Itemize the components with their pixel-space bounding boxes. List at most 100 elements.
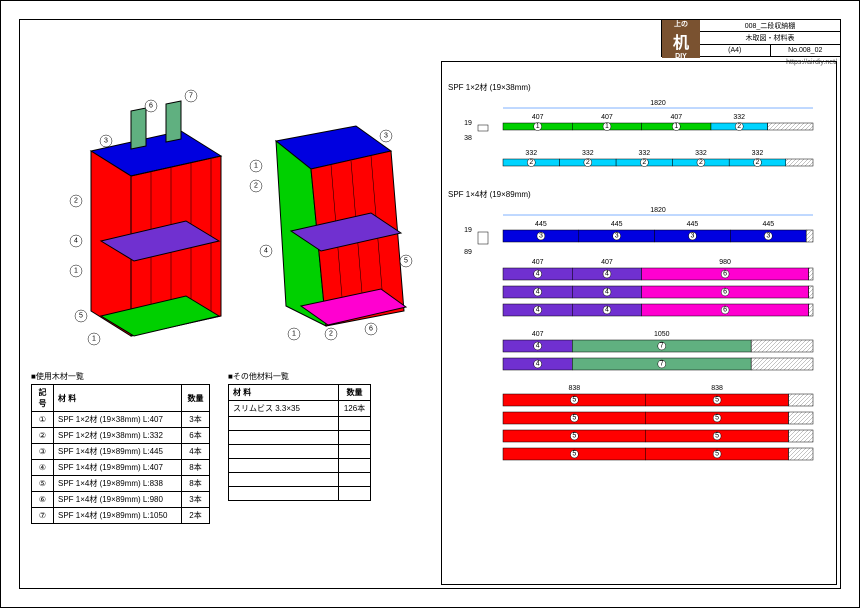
svg-text:332: 332 (639, 150, 651, 157)
svg-text:6: 6 (723, 307, 727, 314)
table-row: ⑥SPF 1×4材 (19×89mm) L:9803本 (32, 492, 210, 508)
code-cell: ⑥ (32, 492, 54, 508)
material-tables: ■使用木材一覧 記号 材 料 数量 ①SPF 1×2材 (19×38mm) L:… (31, 371, 371, 524)
material-cell (229, 473, 339, 487)
logo-top: 上の (674, 19, 688, 29)
svg-text:332: 332 (582, 150, 594, 157)
svg-text:6: 6 (149, 103, 153, 110)
svg-text:332: 332 (525, 150, 537, 157)
other-th-qty: 数量 (339, 385, 371, 401)
table-row: ④SPF 1×4材 (19×89mm) L:4078本 (32, 460, 210, 476)
svg-text:4: 4 (605, 289, 609, 296)
svg-text:407: 407 (601, 259, 613, 266)
other-table-wrap: ■その他材料一覧 材 料 数量 スリムビス 3.3×35126本 (228, 371, 371, 524)
table-row (229, 487, 371, 501)
qty-cell: 126本 (339, 401, 371, 417)
table-row: スリムビス 3.3×35126本 (229, 401, 371, 417)
svg-text:5: 5 (715, 451, 719, 458)
drawing-number: No.008_02 (771, 45, 841, 56)
svg-text:2: 2 (529, 159, 533, 166)
svg-text:4: 4 (536, 343, 540, 350)
svg-text:445: 445 (762, 221, 774, 228)
code-cell: ④ (32, 460, 54, 476)
svg-text:4: 4 (605, 307, 609, 314)
svg-text:407: 407 (532, 114, 544, 121)
table-row: ①SPF 1×2材 (19×38mm) L:4073本 (32, 412, 210, 428)
cut-svg-1x4: 19 8918203445344534453445440744076980446… (448, 202, 828, 582)
other-table-title: ■その他材料一覧 (228, 371, 371, 382)
svg-text:89: 89 (464, 249, 472, 256)
material-cell (229, 417, 339, 431)
svg-text:6: 6 (369, 326, 373, 333)
qty-cell: 6本 (182, 428, 210, 444)
qty-cell: 2本 (182, 508, 210, 524)
svg-text:6: 6 (723, 271, 727, 278)
svg-text:3: 3 (104, 138, 108, 145)
material-cell: SPF 1×2材 (19×38mm) L:332 (54, 428, 182, 444)
svg-text:838: 838 (569, 385, 581, 392)
table-row (229, 431, 371, 445)
other-table: 材 料 数量 スリムビス 3.3×35126本 (228, 384, 371, 501)
svg-text:3: 3 (384, 133, 388, 140)
qty-cell (339, 487, 371, 501)
svg-text:445: 445 (687, 221, 699, 228)
svg-text:332: 332 (695, 150, 707, 157)
svg-text:5: 5 (572, 433, 576, 440)
wood-th-qty: 数量 (182, 385, 210, 412)
wood-table-wrap: ■使用木材一覧 記号 材 料 数量 ①SPF 1×2材 (19×38mm) L:… (31, 371, 210, 524)
svg-text:19: 19 (464, 120, 472, 127)
svg-text:4: 4 (536, 361, 540, 368)
svg-text:4: 4 (536, 307, 540, 314)
qty-cell (339, 473, 371, 487)
svg-text:332: 332 (752, 150, 764, 157)
svg-text:980: 980 (719, 259, 731, 266)
svg-text:4: 4 (536, 289, 540, 296)
cut-svg-1x2: 19 3818201407140714072332233223322332233… (448, 95, 828, 183)
svg-text:7: 7 (189, 93, 193, 100)
qty-cell (339, 417, 371, 431)
svg-text:445: 445 (611, 221, 623, 228)
material-cell: SPF 1×2材 (19×38mm) L:407 (54, 412, 182, 428)
table-row (229, 473, 371, 487)
qty-cell: 3本 (182, 412, 210, 428)
table-row (229, 445, 371, 459)
svg-text:2: 2 (699, 159, 703, 166)
svg-text:3: 3 (615, 233, 619, 240)
material-cell: SPF 1×4材 (19×89mm) L:407 (54, 460, 182, 476)
qty-cell (339, 431, 371, 445)
svg-text:1: 1 (605, 123, 609, 130)
svg-text:5: 5 (715, 397, 719, 404)
svg-text:3: 3 (539, 233, 543, 240)
table-row (229, 417, 371, 431)
svg-text:4: 4 (605, 271, 609, 278)
material-cell: SPF 1×4材 (19×89mm) L:1050 (54, 508, 182, 524)
wood-table: 記号 材 料 数量 ①SPF 1×2材 (19×38mm) L:4073本②SP… (31, 384, 210, 524)
svg-text:1: 1 (92, 336, 96, 343)
wood-th-material: 材 料 (54, 385, 182, 412)
qty-cell: 8本 (182, 476, 210, 492)
svg-text:4: 4 (264, 248, 268, 255)
wood-table-title: ■使用木材一覧 (31, 371, 210, 382)
svg-text:5: 5 (715, 433, 719, 440)
logo-bottom: DIY (675, 53, 687, 60)
svg-text:7: 7 (660, 343, 664, 350)
svg-text:3: 3 (766, 233, 770, 240)
material-cell (229, 445, 339, 459)
material-cell (229, 459, 339, 473)
svg-text:407: 407 (532, 331, 544, 338)
svg-text:38: 38 (464, 135, 472, 142)
svg-text:838: 838 (711, 385, 723, 392)
svg-text:1: 1 (536, 123, 540, 130)
svg-text:4: 4 (74, 238, 78, 245)
svg-text:1: 1 (74, 268, 78, 275)
table-row (229, 459, 371, 473)
svg-text:5: 5 (79, 313, 83, 320)
material-cell (229, 487, 339, 501)
code-cell: ② (32, 428, 54, 444)
material-cell: スリムビス 3.3×35 (229, 401, 339, 417)
title-block: 上の 机 DIY 008_二段収納棚 木取図・材料表 (A4) No.008_0… (661, 19, 841, 57)
svg-text:5: 5 (572, 451, 576, 458)
isometric-views: 6 7 3 4 1 5 1 2 3 1 2 4 5 1 2 6 (41, 71, 421, 351)
logo-kanji: 机 (673, 29, 689, 53)
svg-text:407: 407 (601, 114, 613, 121)
